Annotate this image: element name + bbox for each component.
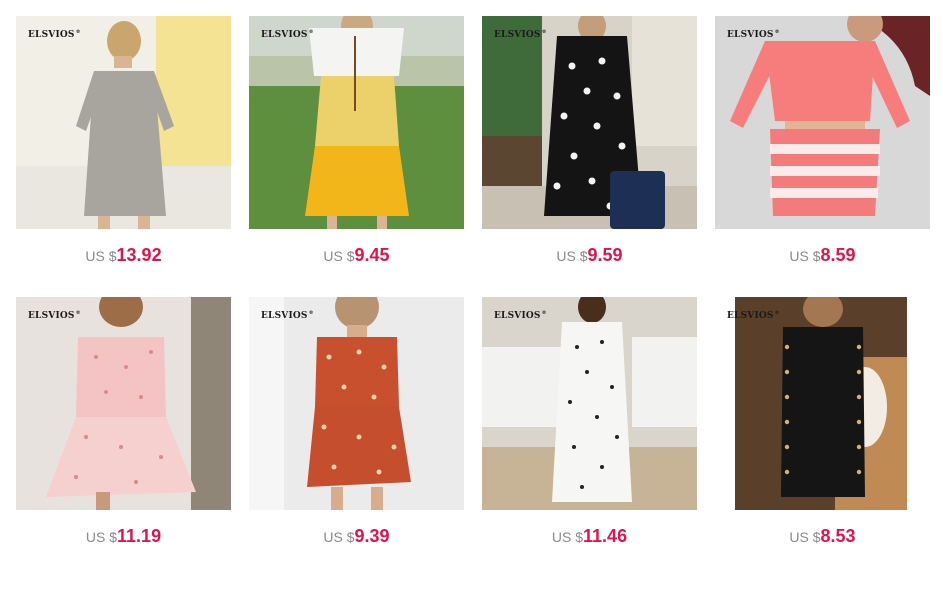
brand-logo: ELSVIOS <box>28 29 81 40</box>
brand-logo: ELSVIOS <box>261 29 314 40</box>
price-currency: US $ <box>556 248 588 264</box>
price-amount: 8.59 <box>820 245 856 265</box>
brand-logo: ELSVIOS <box>727 29 780 40</box>
product-price: US $9.59 <box>482 245 697 265</box>
brand-logo: ELSVIOS <box>261 310 314 321</box>
product-price: US $8.53 <box>715 526 930 546</box>
price-currency: US $ <box>85 529 118 545</box>
brand-logo: ELSVIOS <box>28 310 81 321</box>
product-price: US $11.19 <box>16 526 231 546</box>
product-image[interactable]: ELSVIOS <box>715 297 930 510</box>
product-card[interactable]: ELSVIOS US $9.45 <box>249 16 464 297</box>
brand-logo: ELSVIOS <box>727 310 780 321</box>
brand-logo: ELSVIOS <box>494 310 547 321</box>
product-card[interactable]: ELSVIOS US $8.59 <box>715 16 930 297</box>
product-price: US $9.39 <box>249 526 464 546</box>
product-card[interactable]: ELSVIOS US $9.39 <box>249 297 464 578</box>
product-card[interactable]: ELSVIOS US $9.59 <box>482 16 697 297</box>
price-amount: 9.39 <box>354 526 390 546</box>
brand-logo: ELSVIOS <box>494 29 547 40</box>
price-amount: 13.92 <box>116 245 162 265</box>
price-amount: 8.53 <box>820 526 856 546</box>
product-card[interactable]: ELSVIOS US $11.46 <box>482 297 697 578</box>
price-currency: US $ <box>85 248 117 264</box>
product-card[interactable]: ELSVIOS US $8.53 <box>715 297 930 578</box>
price-currency: US $ <box>323 248 355 264</box>
product-price: US $11.46 <box>482 526 697 546</box>
product-image[interactable]: ELSVIOS <box>482 16 697 229</box>
product-image[interactable]: ELSVIOS <box>249 16 464 229</box>
price-amount: 11.19 <box>117 526 162 546</box>
product-image[interactable]: ELSVIOS <box>16 297 231 510</box>
price-currency: US $ <box>551 529 584 545</box>
product-card[interactable]: ELSVIOS US $13.92 <box>16 16 231 297</box>
price-currency: US $ <box>789 248 821 264</box>
price-amount: 11.46 <box>583 526 628 546</box>
product-image[interactable]: ELSVIOS <box>715 16 930 229</box>
product-grid: ELSVIOS US $13.92 ELSVIOS US $9.45 <box>16 16 930 578</box>
product-price: US $8.59 <box>715 245 930 265</box>
product-image[interactable]: ELSVIOS <box>16 16 231 229</box>
product-card[interactable]: ELSVIOS US $11.19 <box>16 297 231 578</box>
price-currency: US $ <box>789 529 821 545</box>
product-price: US $9.45 <box>249 245 464 265</box>
price-amount: 9.59 <box>587 245 623 265</box>
price-currency: US $ <box>323 529 355 545</box>
product-image[interactable]: ELSVIOS <box>249 297 464 510</box>
price-amount: 9.45 <box>354 245 390 265</box>
product-image[interactable]: ELSVIOS <box>482 297 697 510</box>
product-price: US $13.92 <box>16 245 231 265</box>
